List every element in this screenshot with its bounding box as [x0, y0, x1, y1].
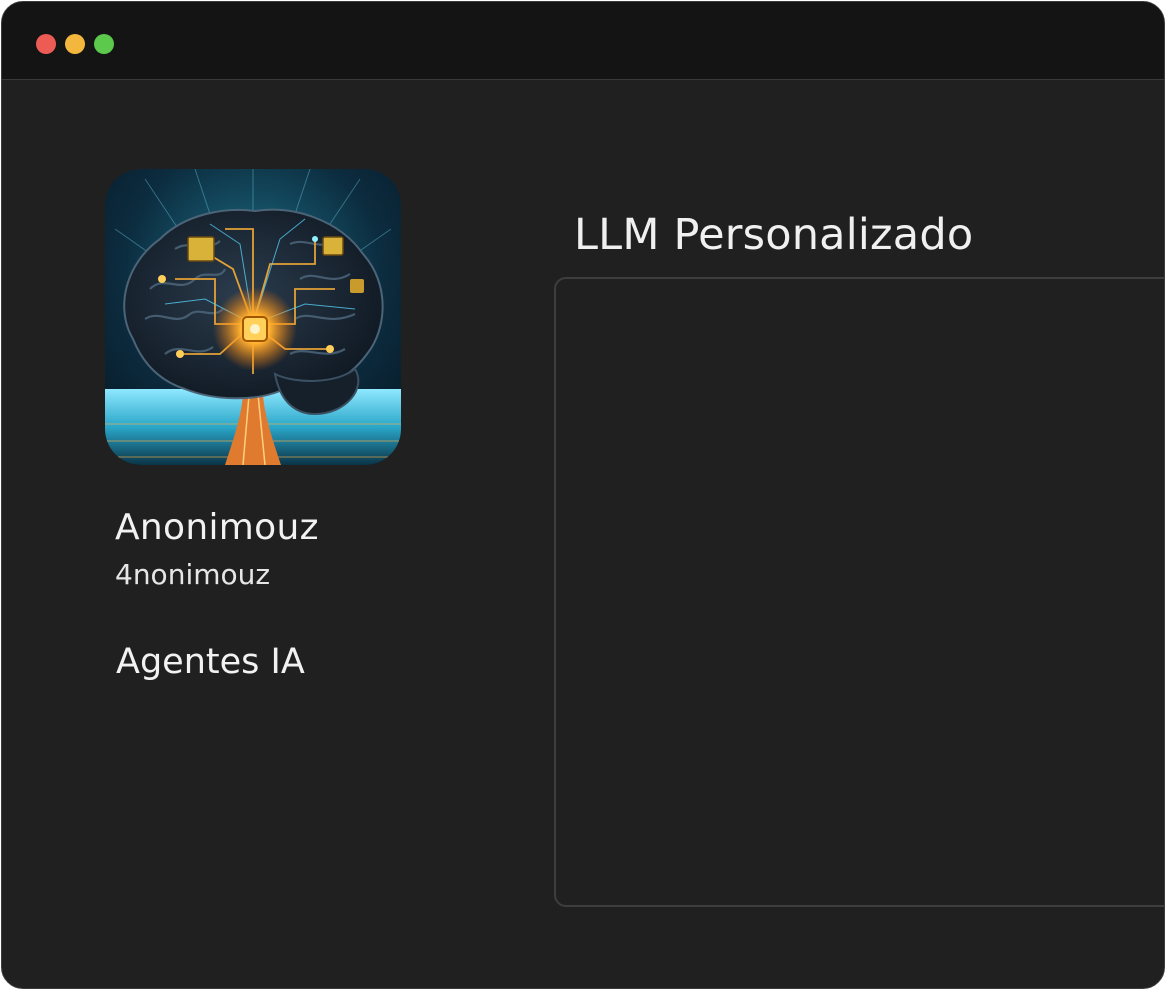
maximize-window-button[interactable]: [94, 34, 114, 54]
brain-circuit-icon: [105, 169, 401, 465]
sidebar-item-agentes-ia[interactable]: Agentes IA: [116, 642, 305, 682]
title-bar: [2, 2, 1164, 80]
page-title: LLM Personalizado: [574, 210, 974, 260]
profile-name: Anonimouz: [115, 507, 319, 548]
profile-handle: 4nonimouz: [115, 558, 271, 591]
avatar: [105, 169, 401, 465]
close-window-button[interactable]: [36, 34, 56, 54]
content-panel: [554, 277, 1164, 907]
minimize-window-button[interactable]: [65, 34, 85, 54]
app-window: Anonimouz 4nonimouz Agentes IA LLM Perso…: [1, 1, 1165, 989]
